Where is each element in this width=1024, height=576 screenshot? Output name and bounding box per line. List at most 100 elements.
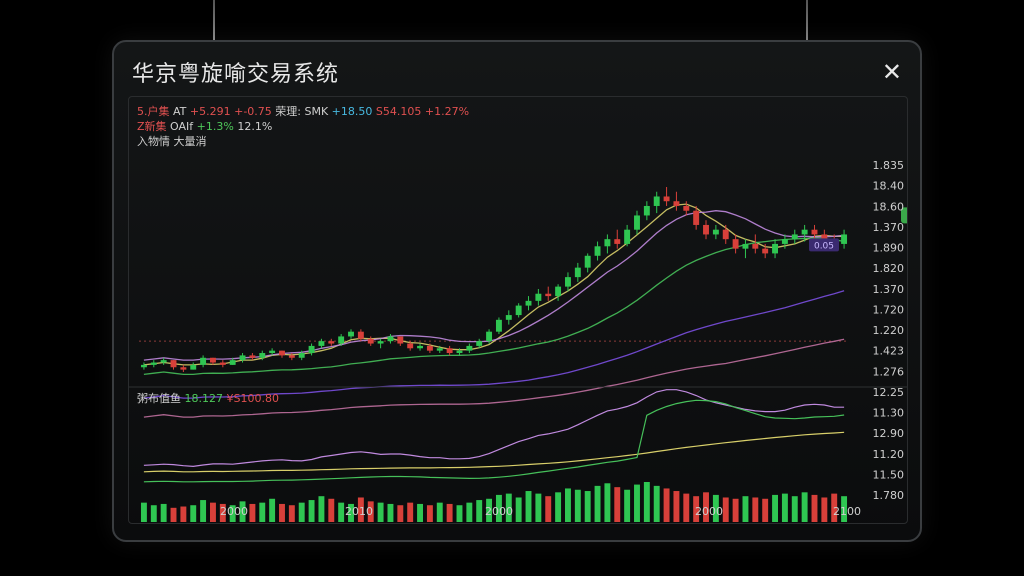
volume-bar [752, 497, 759, 522]
y-axis-label: 1.276 [873, 365, 905, 378]
info-line-1: 5.户集 AT +5.291 +-0.75 荣理: SMK +18.50 S54… [137, 104, 469, 118]
volume-bar [160, 503, 167, 522]
candle-body [486, 331, 493, 342]
lower-badge-text: 0.05 [814, 241, 834, 251]
volume-bar [565, 488, 571, 522]
candle-body [722, 229, 729, 240]
volume-bar [821, 497, 828, 522]
candle-body [515, 305, 522, 316]
volume-bar [377, 502, 384, 522]
candle-body [476, 341, 483, 346]
info-value: AT [170, 105, 187, 118]
x-axis-label: 2000 [695, 505, 723, 518]
volume-bar [150, 505, 157, 522]
hanging-wire-left [213, 0, 215, 40]
candle-body [219, 362, 226, 365]
candle-body [525, 300, 532, 306]
candle-body [614, 239, 621, 244]
volume-bar [140, 502, 147, 522]
volume-bar [772, 494, 778, 522]
candle-body [663, 196, 670, 202]
volume-bar [436, 502, 443, 522]
volume-bar [634, 484, 640, 522]
candle-body [397, 336, 404, 344]
info-line-3: 入物情 大量消 [137, 134, 207, 148]
volume-bar [515, 497, 522, 522]
candle-body [752, 243, 759, 249]
volume-bar [584, 491, 591, 522]
candle-body [348, 331, 354, 337]
volume-bar [732, 498, 739, 522]
x-axis-label: 2000 [220, 505, 248, 518]
volume-bar [525, 491, 532, 522]
candle-body [565, 277, 571, 287]
info-value: 5.户集 [137, 104, 170, 118]
volume-bar [308, 500, 315, 522]
candle-body [150, 362, 157, 365]
volume-bar [456, 505, 463, 522]
info-value: Z新集 [137, 119, 167, 133]
volume-bar [604, 483, 611, 522]
volume-bar [791, 496, 798, 522]
volume-bar [387, 503, 394, 522]
candle-body [338, 336, 345, 344]
volume-bar [614, 487, 621, 522]
volume-bar [781, 493, 788, 522]
close-icon[interactable]: ✕ [882, 58, 902, 86]
candle-body [170, 360, 177, 368]
candle-body [328, 341, 335, 344]
candle-body [466, 345, 473, 351]
y-axis-label: 1.220 [873, 324, 905, 337]
info-line-2: Z新集 OAIf +1.3% 12.1% [137, 119, 272, 133]
indicator-value: ¥S100.80 [223, 392, 279, 405]
info-value: 荣理: [272, 105, 301, 118]
volume-bar [574, 489, 581, 522]
y-axis-label: 1.835 [873, 159, 905, 172]
candle-body [160, 360, 167, 363]
volume-bar [190, 505, 197, 522]
volume-bar [200, 500, 207, 522]
y-axis-label: 12.90 [873, 427, 905, 440]
volume-bar [555, 492, 562, 522]
volume-bar [298, 502, 305, 522]
indicator-label: 粥布值鱼 18.127 ¥S100.80 [137, 391, 279, 405]
x-axis-label: 2100 [833, 505, 861, 518]
candle-body [683, 205, 690, 211]
candle-body [288, 355, 295, 358]
candle-body [387, 336, 394, 342]
candle-body [584, 255, 591, 268]
trading-window: 华京粤旋喻交易系统 ✕ 5.户集 AT +5.291 +-0.75 荣理: SM… [112, 40, 922, 542]
y-axis-label: 1.720 [873, 303, 905, 316]
window-title: 华京粤旋喻交易系统 [132, 62, 340, 87]
volume-bar [288, 505, 295, 522]
y-axis-label: 12.25 [873, 386, 905, 399]
volume-bar [210, 502, 216, 522]
candle-body [811, 229, 818, 235]
volume-bar [663, 488, 670, 522]
candle-body [140, 364, 147, 368]
chart-frame: 5.户集 AT +5.291 +-0.75 荣理: SMK +18.50 S54… [128, 96, 908, 524]
candle-body [357, 331, 364, 339]
volume-bar [624, 489, 631, 522]
candle-body [732, 239, 739, 249]
volume-bar [426, 505, 433, 522]
volume-bar [259, 502, 266, 522]
candle-body [180, 367, 187, 370]
candle-body [367, 338, 374, 344]
candle-body [426, 345, 433, 351]
volume-bar [318, 496, 325, 522]
candle-body [772, 243, 778, 254]
y-axis-label: 11.50 [873, 468, 905, 481]
candle-body [791, 234, 798, 240]
volume-bar [170, 507, 177, 522]
candle-body [417, 345, 423, 349]
candle-body [239, 355, 246, 361]
y-axis-label: 1.370 [873, 283, 905, 296]
y-axis-label: 18.60 [873, 200, 905, 213]
volume-bar [762, 498, 769, 522]
volume-bar [535, 493, 542, 522]
candle-body [269, 350, 276, 354]
candlestick-chart: 5.户集 AT +5.291 +-0.75 荣理: SMK +18.50 S54… [129, 104, 907, 522]
candle-body [308, 345, 315, 354]
candle-body [495, 319, 502, 332]
